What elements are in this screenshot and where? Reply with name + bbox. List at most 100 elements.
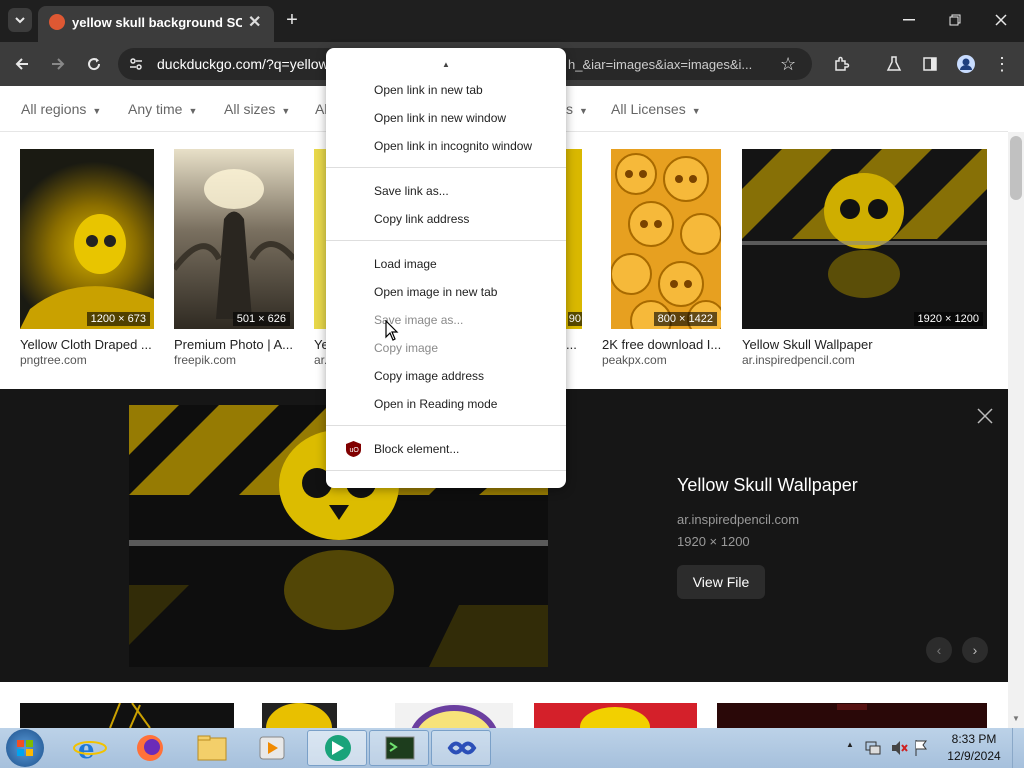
bookmark-star-icon[interactable]: ☆ — [780, 54, 796, 75]
page-scrollbar[interactable]: ▲ ▼ — [1008, 132, 1024, 728]
file-explorer-taskbar-button[interactable] — [184, 730, 240, 766]
windows-taskbar: e ▲ 8:33 PM 12/9/2024 — [0, 728, 1024, 768]
skull-pile-image — [611, 153, 721, 329]
menu-scroll-up-icon[interactable]: ▲ — [442, 60, 450, 69]
filter-layout[interactable]: s ▼ — [566, 101, 588, 117]
result-image[interactable] — [262, 703, 337, 728]
media-player-taskbar-button[interactable] — [244, 730, 300, 766]
menu-separator — [326, 167, 566, 168]
clock-time[interactable]: 8:33 PM — [944, 732, 1004, 746]
labs-button[interactable] — [882, 52, 906, 76]
back-button[interactable] — [10, 52, 34, 76]
chevron-right-icon: › — [972, 642, 978, 658]
filter-licenses[interactable]: All Licenses ▼ — [611, 101, 701, 117]
close-icon — [977, 408, 993, 424]
result-image[interactable]: 90 — [566, 149, 582, 329]
menu-open-image-new-tab[interactable]: Open image in new tab — [374, 285, 497, 299]
close-window-button[interactable] — [990, 8, 1012, 32]
browser-tab[interactable]: yellow skull background SCARY ✕ — [38, 6, 274, 42]
svg-text:e: e — [78, 735, 95, 765]
menu-open-reading-mode[interactable]: Open in Reading mode — [374, 397, 497, 411]
result-image[interactable]: 800 × 1422 — [611, 149, 721, 329]
menu-load-image[interactable]: Load image — [374, 257, 437, 271]
skull-image — [20, 214, 154, 329]
result-title[interactable]: Yellow Cloth Draped ... — [20, 337, 154, 352]
show-desktop-button[interactable] — [1012, 728, 1024, 768]
browser-taskbar-button[interactable] — [307, 730, 367, 766]
image-dimensions: 90 — [567, 312, 582, 326]
filter-regions[interactable]: All regions ▼ — [21, 101, 101, 117]
menu-open-link-incognito[interactable]: Open link in incognito window — [374, 139, 532, 153]
skull-logo-image — [580, 707, 650, 728]
terminal-taskbar-button[interactable] — [369, 730, 429, 766]
terminal-icon — [385, 736, 415, 760]
filter-time[interactable]: Any time ▼ — [128, 101, 197, 117]
new-tab-button[interactable]: + — [282, 8, 302, 32]
image-dimensions: 501 × 626 — [232, 312, 290, 326]
network-icon[interactable] — [864, 739, 882, 762]
smiley-face-image — [266, 703, 332, 728]
result-image[interactable]: 1200 × 673 — [20, 149, 154, 329]
restore-icon — [949, 14, 961, 26]
result-title[interactable]: ... — [566, 337, 582, 352]
result-source[interactable]: ar.inspiredpencil.com — [742, 353, 987, 367]
next-image-button[interactable]: › — [962, 637, 988, 663]
menu-copy-image[interactable]: Copy image — [374, 341, 438, 355]
filter-label: All sizes — [224, 101, 276, 117]
reload-button[interactable] — [82, 52, 106, 76]
result-source[interactable]: peakpx.com — [602, 353, 724, 367]
result-title[interactable]: Yellow Skull Wallpaper — [742, 337, 987, 352]
browser-title-bar: yellow skull background SCARY ✕ + — [0, 0, 1024, 42]
result-image[interactable] — [395, 703, 513, 728]
tab-close-icon[interactable]: ✕ — [248, 12, 261, 32]
scrollbar-thumb[interactable] — [1010, 136, 1022, 200]
close-detail-button[interactable] — [976, 407, 994, 430]
side-panel-button[interactable] — [918, 52, 942, 76]
result-image[interactable]: 501 × 626 — [174, 149, 294, 329]
forward-button[interactable] — [46, 52, 70, 76]
show-hidden-icons-button[interactable]: ▲ — [846, 740, 854, 749]
tab-search-button[interactable] — [8, 8, 32, 32]
menu-open-link-new-window[interactable]: Open link in new window — [374, 111, 506, 125]
chevron-left-icon: ‹ — [936, 642, 942, 658]
result-image[interactable] — [534, 703, 697, 728]
detail-title[interactable]: Yellow Skull Wallpaper — [677, 475, 858, 496]
duckduckgo-favicon — [49, 14, 65, 30]
profile-button[interactable] — [954, 52, 978, 76]
menu-open-link-new-tab[interactable]: Open link in new tab — [374, 83, 483, 97]
arrow-right-icon — [52, 58, 65, 70]
result-image[interactable]: 1920 × 1200 — [742, 149, 987, 329]
result-title[interactable]: Premium Photo | A... — [174, 337, 294, 352]
detail-source[interactable]: ar.inspiredpencil.com — [677, 512, 799, 527]
url-text-continued: h_&iar=images&iax=images&i... — [568, 57, 753, 72]
result-source[interactable]: freepik.com — [174, 353, 294, 367]
restore-button[interactable] — [944, 8, 966, 32]
result-title[interactable]: 2K free download I... — [602, 337, 724, 352]
ublock-origin-icon: uO — [346, 441, 361, 462]
site-info-icon[interactable] — [128, 56, 144, 77]
minimize-button[interactable] — [898, 8, 920, 32]
result-source[interactable]: pngtree.com — [20, 353, 154, 367]
menu-copy-link-address[interactable]: Copy link address — [374, 212, 469, 226]
scroll-down-icon[interactable]: ▼ — [1012, 714, 1020, 723]
clock-date[interactable]: 12/9/2024 — [944, 749, 1004, 763]
firefox-taskbar-button[interactable] — [122, 730, 178, 766]
filter-sizes[interactable]: All sizes ▼ — [224, 101, 290, 117]
menu-copy-image-address[interactable]: Copy image address — [374, 369, 484, 383]
result-image[interactable] — [717, 703, 987, 728]
remote-app-taskbar-button[interactable] — [431, 730, 491, 766]
volume-muted-icon[interactable] — [890, 739, 908, 762]
action-center-flag-icon[interactable] — [914, 739, 928, 762]
start-button[interactable] — [6, 729, 44, 767]
menu-block-element[interactable]: Block element... — [374, 442, 459, 456]
view-file-button[interactable]: View File — [677, 565, 765, 599]
badge-image — [409, 705, 499, 728]
internet-explorer-taskbar-button[interactable]: e — [62, 730, 118, 766]
extensions-button[interactable] — [830, 52, 854, 76]
result-image[interactable] — [20, 702, 234, 729]
menu-button[interactable]: ⋮ — [990, 52, 1014, 76]
caret-down-icon: ▼ — [188, 106, 198, 116]
menu-save-link-as[interactable]: Save link as... — [374, 184, 449, 198]
filter-label: Any time — [128, 101, 183, 117]
previous-image-button[interactable]: ‹ — [926, 637, 952, 663]
